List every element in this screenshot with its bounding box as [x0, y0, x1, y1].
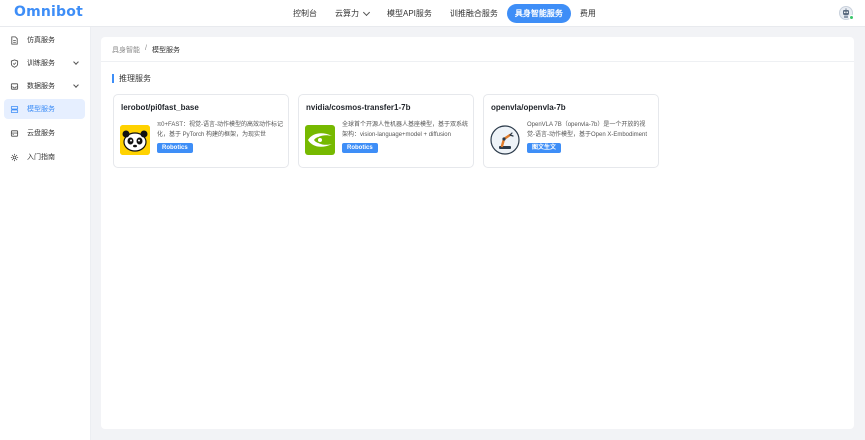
- card-tag: Robotics: [157, 143, 193, 153]
- card-title: nvidia/cosmos-transfer1-7b: [306, 103, 411, 112]
- top-header: Omnibot 控制台 云算力 模型API服务 训推融合服务 具身智能服务 费用: [0, 0, 865, 27]
- disk-icon: [10, 129, 19, 138]
- breadcrumb-separator: /: [145, 45, 147, 52]
- header-divider: [101, 61, 854, 62]
- online-status-dot: [849, 15, 854, 20]
- nav-label: 控制台: [293, 9, 317, 18]
- section-title: 推理服务: [112, 74, 151, 83]
- sidebar-item-data[interactable]: 数据服务: [4, 76, 85, 96]
- sidebar-item-model[interactable]: 模型服务: [4, 99, 85, 119]
- card-description: π0+FAST：视觉-语言-动作模型的高效动作标记化，基于 PyTorch 构建…: [157, 122, 283, 138]
- sidebar-item-label: 云盘服务: [27, 130, 55, 137]
- nav-label: 具身智能服务: [514, 9, 563, 18]
- breadcrumb: 具身智能 / 模型服务: [112, 45, 180, 55]
- model-card-cosmos-transfer[interactable]: nvidia/cosmos-transfer1-7b 全球首个开源人性机器人基座…: [298, 94, 474, 168]
- nav-label: 模型API服务: [387, 9, 432, 18]
- main-panel: 具身智能 / 模型服务 推理服务 lerobot/pi0fast_base π0…: [101, 37, 854, 429]
- document-icon: [10, 35, 19, 45]
- shield-icon: [10, 58, 19, 68]
- robot-arm-logo-icon: [490, 125, 520, 155]
- nav-item-train-infer[interactable]: 训推融合服务: [441, 4, 507, 23]
- chevron-down-icon[interactable]: [73, 59, 79, 65]
- breadcrumb-current: 模型服务: [151, 47, 180, 54]
- sidebar-item-cloud-disk[interactable]: 云盘服务: [4, 123, 85, 143]
- nav-label: 云算力: [335, 9, 359, 18]
- inbox-icon: [10, 82, 19, 91]
- nav-item-cloud-compute[interactable]: 云算力: [326, 4, 378, 23]
- nav-item-console[interactable]: 控制台: [284, 4, 326, 23]
- nav-item-model-api[interactable]: 模型API服务: [378, 4, 441, 23]
- sidebar-item-label: 训练服务: [27, 60, 55, 67]
- chevron-down-icon[interactable]: [73, 82, 79, 88]
- sidebar-item-label: 入门指南: [27, 154, 55, 161]
- nav-label: 费用: [579, 9, 596, 18]
- sidebar-item-getting-started[interactable]: 入门指南: [4, 147, 85, 167]
- card-title: openvla/openvla-7b: [491, 103, 566, 112]
- nav-item-billing[interactable]: 费用: [571, 4, 605, 23]
- nav-item-embodied-ai[interactable]: 具身智能服务: [506, 4, 571, 23]
- panda-logo-icon: [120, 125, 150, 155]
- breadcrumb-parent[interactable]: 具身智能: [112, 45, 140, 55]
- card-description: 全球首个开源人性机器人基座模型，基于双系统架构：vision-language+…: [342, 122, 468, 138]
- model-card-openvla[interactable]: openvla/openvla-7b OpenVLA 7B（openvla-7b…: [483, 94, 659, 168]
- card-tag: 图文生文: [527, 143, 562, 153]
- sidebar: 仿真服务 训练服务 数据服务 模型服务 云盘服务 入门指南: [0, 27, 91, 440]
- sidebar-item-training[interactable]: 训练服务: [4, 53, 85, 73]
- nav-label: 训推融合服务: [449, 9, 498, 18]
- app-logo[interactable]: Omnibot: [14, 4, 83, 20]
- sidebar-item-label: 数据服务: [27, 83, 55, 90]
- sidebar-item-label: 模型服务: [27, 106, 55, 113]
- sidebar-item-simulation[interactable]: 仿真服务: [4, 30, 85, 50]
- model-card-pi0fast[interactable]: lerobot/pi0fast_base π0+FAST：视觉-语言-动作模型的…: [113, 94, 289, 168]
- card-title: lerobot/pi0fast_base: [121, 103, 199, 112]
- main-nav: 控制台 云算力 模型API服务 训推融合服务 具身智能服务 费用: [284, 4, 605, 23]
- sidebar-item-label: 仿真服务: [27, 37, 55, 44]
- chevron-down-icon: [362, 8, 371, 16]
- user-avatar[interactable]: [839, 6, 854, 20]
- stack-icon: [10, 105, 19, 114]
- card-tag: Robotics: [342, 143, 378, 153]
- card-description: OpenVLA 7B（openvla-7b）是一个开放的视觉-语言-动作模型，基…: [527, 122, 648, 138]
- gear-icon: [10, 153, 19, 162]
- nvidia-logo-icon: [305, 125, 335, 155]
